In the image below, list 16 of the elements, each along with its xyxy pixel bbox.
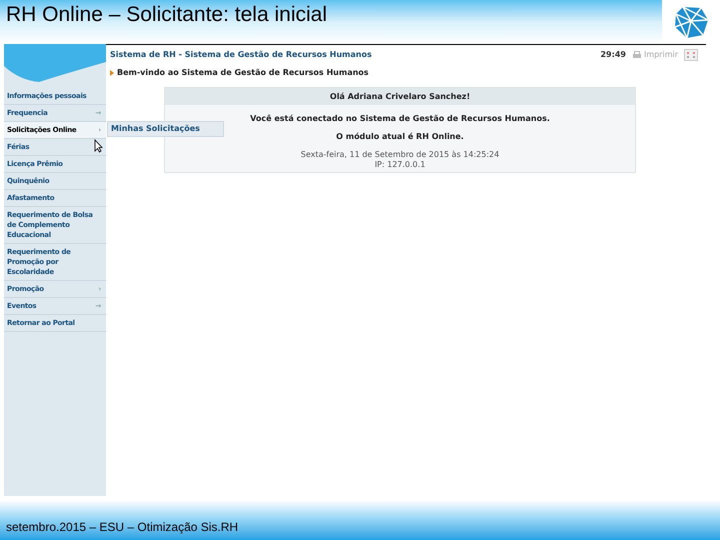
globe-logo-icon <box>673 5 709 39</box>
header-title: Sistema de RH - Sistema de Gestão de Recursos Humanos <box>110 49 372 61</box>
info-text: IP: 127.0.0.1 <box>374 160 426 170</box>
info-text: O módulo atual é RH Online. <box>336 132 464 142</box>
welcome-text: Bem-vindo ao Sistema de Gestão de Recursos Humanos <box>117 67 369 79</box>
exit-icon[interactable] <box>684 49 698 61</box>
mouse-cursor-icon <box>94 139 103 153</box>
info-text: Sexta-feira, 11 de Setembro de 2015 às 14:25:24 <box>300 150 500 160</box>
submenu-item[interactable]: Minhas Solicitações <box>107 121 224 137</box>
bullet-arrow-icon <box>110 70 114 76</box>
printer-icon <box>632 50 642 60</box>
footer-text: setembro.2015 – ESU – Otimização Sis.RH <box>6 519 238 536</box>
greeting-text: Olá Adriana Crivelaro Sanchez! <box>330 90 470 102</box>
info-text: Você está conectado no Sistema de Gestão de Recursos Humanos. <box>250 114 550 124</box>
clock-text: 29:49 <box>600 49 626 61</box>
slide-title: RH Online – Solicitante: tela inicial <box>6 2 327 28</box>
